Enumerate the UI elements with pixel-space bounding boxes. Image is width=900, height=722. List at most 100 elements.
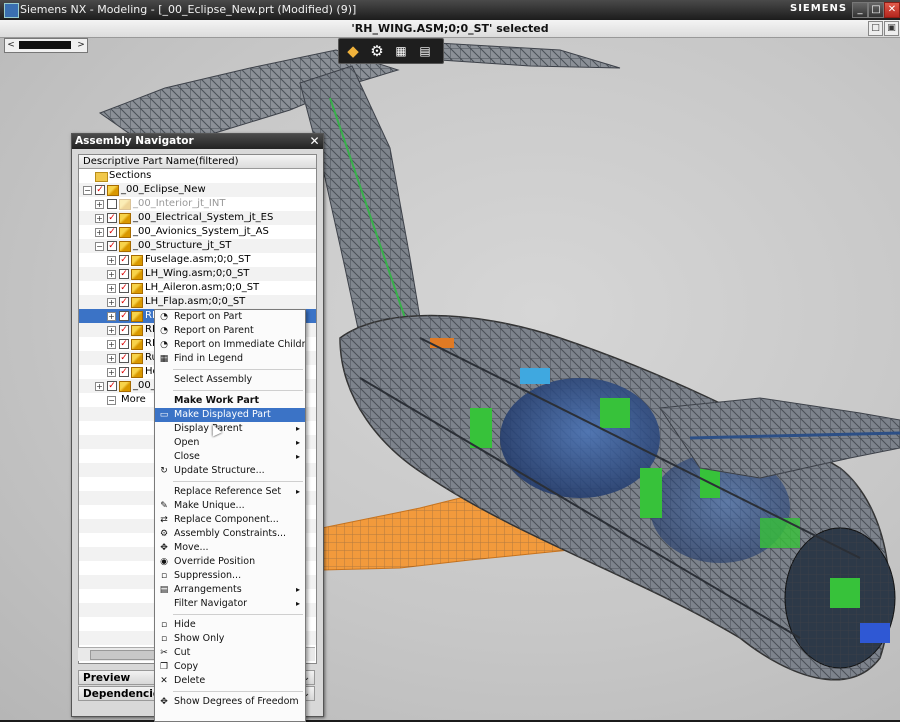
menu-item-move[interactable]: ✥ Move... [155, 541, 305, 555]
menu-item-label: Make Displayed Part [174, 409, 271, 420]
menu-item-hide[interactable]: ▫ Hide [155, 618, 305, 632]
visibility-checkbox[interactable]: ✓ [107, 213, 117, 223]
expand-icon[interactable]: + [107, 270, 116, 279]
visibility-checkbox[interactable]: ✓ [119, 283, 129, 293]
menu-item-open[interactable]: Open ▸ [155, 436, 305, 450]
visibility-checkbox[interactable]: ✓ [107, 381, 117, 391]
menu-item-override-position[interactable]: ◉ Override Position [155, 555, 305, 569]
delete-icon: ✕ [160, 676, 168, 686]
copy-icon: ❐ [159, 662, 169, 672]
menu-item-cut[interactable]: ✂ Cut [155, 646, 305, 660]
expand-icon[interactable]: + [107, 368, 116, 377]
tree-row-label: LH_Flap.asm;0;0_ST [145, 296, 246, 307]
navigator-close-icon[interactable]: ✕ [308, 135, 321, 148]
tree-row[interactable]: + ✓ LH_Aileron.asm;0;0_ST [79, 281, 316, 295]
scroll-right-arrow[interactable]: > [75, 39, 87, 52]
viewport-layout-button[interactable]: ▣ [884, 21, 899, 36]
layer-dropdown-icon[interactable]: ▤ [415, 41, 435, 61]
menu-item-label: Replace Component... [174, 514, 279, 525]
column-header-part-name[interactable]: Descriptive Part Name(filtered) [79, 155, 316, 169]
tree-row-label: LH_Wing.asm;0;0_ST [145, 268, 250, 279]
tree-row[interactable]: + ✓ _00_Electrical_System_jt_ES [79, 211, 316, 225]
menu-item-label: Hide [174, 619, 196, 630]
expand-icon[interactable]: + [107, 256, 116, 265]
tree-row[interactable]: + ✓ LH_Wing.asm;0;0_ST [79, 267, 316, 281]
minimize-button[interactable]: _ [852, 2, 868, 18]
visibility-checkbox[interactable]: ✓ [119, 339, 129, 349]
gear-icon[interactable]: ⚙ [367, 41, 387, 61]
menu-item-report-on-part[interactable]: ◔ Report on Part [155, 310, 305, 324]
expand-icon[interactable]: + [107, 340, 116, 349]
assembly-part-icon [107, 185, 119, 196]
tree-row[interactable]: − ✓ _00_Structure_jt_ST [79, 239, 316, 253]
selection-message: 'RH_WING.ASM;0;0_ST' selected [351, 22, 549, 35]
menu-item-show-degrees-of-freedom[interactable]: ✥ Show Degrees of Freedom [155, 695, 305, 709]
menu-item-report-on-parent[interactable]: ◔ Report on Parent [155, 324, 305, 338]
menu-item-make-unique[interactable]: ✎ Make Unique... [155, 499, 305, 513]
scrollbar-thumb[interactable] [90, 650, 162, 660]
viewport-scroll-control[interactable]: < > [4, 38, 88, 53]
visibility-checkbox[interactable]: ✓ [107, 227, 117, 237]
suppression-icon: ▫ [160, 571, 168, 581]
visibility-checkbox[interactable]: ✓ [119, 255, 129, 265]
menu-item-replace-component[interactable]: ⇄ Replace Component... [155, 513, 305, 527]
menu-item-show-only[interactable]: ▫ Show Only [155, 632, 305, 646]
visibility-checkbox[interactable]: ✓ [107, 241, 117, 251]
menu-item-replace-reference-set[interactable]: Replace Reference Set ▸ [155, 485, 305, 499]
visibility-checkbox[interactable]: ✓ [119, 269, 129, 279]
tree-row[interactable]: + ✓ LH_Flap.asm;0;0_ST [79, 295, 316, 309]
menu-item-display-parent[interactable]: Display Parent ▸ [155, 422, 305, 436]
visibility-checkbox[interactable]: ✓ [119, 297, 129, 307]
menu-item-select-assembly[interactable]: Select Assembly [155, 373, 305, 387]
expand-icon[interactable]: + [107, 354, 116, 363]
visibility-checkbox[interactable]: ✓ [119, 367, 129, 377]
grid-icon[interactable]: ▦ [391, 41, 411, 61]
expand-icon[interactable]: + [95, 214, 104, 223]
menu-item-filter-navigator[interactable]: Filter Navigator ▸ [155, 597, 305, 611]
visibility-checkbox[interactable]: ✓ [95, 185, 105, 195]
menu-item-label: Make Unique... [174, 500, 245, 511]
collapse-icon[interactable]: − [83, 186, 92, 195]
tree-row[interactable]: + ✓ Fuselage.asm;0;0_ST [79, 253, 316, 267]
menu-item-label: Override Position [174, 556, 256, 567]
collapse-icon[interactable]: − [95, 242, 104, 251]
menu-item-find-in-legend[interactable]: ▦ Find in Legend [155, 352, 305, 366]
maximize-button[interactable]: □ [868, 2, 884, 18]
expand-icon[interactable]: + [107, 326, 116, 335]
visibility-checkbox[interactable]: ✓ [119, 325, 129, 335]
expand-icon[interactable]: + [95, 228, 104, 237]
visibility-checkbox[interactable] [107, 199, 117, 209]
menu-item-assembly-constraints[interactable]: ⚙ Assembly Constraints... [155, 527, 305, 541]
tree-row[interactable]: + ✓ _00_Avionics_System_jt_AS [79, 225, 316, 239]
assembly-navigator-title: Assembly Navigator [72, 134, 323, 149]
menu-item-copy[interactable]: ❐ Copy [155, 660, 305, 674]
visibility-checkbox[interactable]: ✓ [119, 353, 129, 363]
expand-icon[interactable]: + [95, 200, 104, 209]
scroll-left-arrow[interactable]: < [5, 39, 17, 52]
menu-item-make-work-part[interactable]: Make Work Part [155, 394, 305, 408]
tree-row[interactable]: + _00_Interior_jt_INT [79, 197, 316, 211]
menu-item-arrangements[interactable]: ▤ Arrangements ▸ [155, 583, 305, 597]
expand-icon[interactable]: + [95, 382, 104, 391]
menu-item-close[interactable]: Close ▸ [155, 450, 305, 464]
menu-separator [173, 691, 303, 692]
menu-item-suppression[interactable]: ▫ Suppression... [155, 569, 305, 583]
scroll-thumb[interactable] [19, 41, 71, 49]
expand-icon[interactable]: + [107, 312, 116, 321]
restore-viewport-button[interactable]: □ [868, 21, 883, 36]
close-window-button[interactable]: ✕ [884, 2, 900, 18]
view-toolbar: ◆ ⚙ ▦ ▤ [338, 38, 444, 64]
render-style-icon[interactable]: ◆ [343, 41, 363, 61]
tree-row[interactable]: − ✓ _00_Eclipse_New [79, 183, 316, 197]
menu-item-delete[interactable]: ✕ Delete [155, 674, 305, 688]
menu-item-make-displayed-part[interactable]: ▭ Make Displayed Part [155, 408, 305, 422]
expand-icon[interactable]: + [107, 284, 116, 293]
expand-icon[interactable]: + [107, 298, 116, 307]
window-title-bar: Siemens NX - Modeling - [_00_Eclipse_New… [0, 0, 900, 20]
visibility-checkbox[interactable]: ✓ [119, 311, 129, 321]
folder-icon [95, 172, 108, 182]
menu-item-update-structure[interactable]: ↻ Update Structure... [155, 464, 305, 478]
show-degrees-of-freedom-icon: ✥ [160, 697, 168, 707]
menu-item-report-on-immediate-children[interactable]: ◔ Report on Immediate Children [155, 338, 305, 352]
tree-row[interactable]: Sections [79, 169, 316, 183]
